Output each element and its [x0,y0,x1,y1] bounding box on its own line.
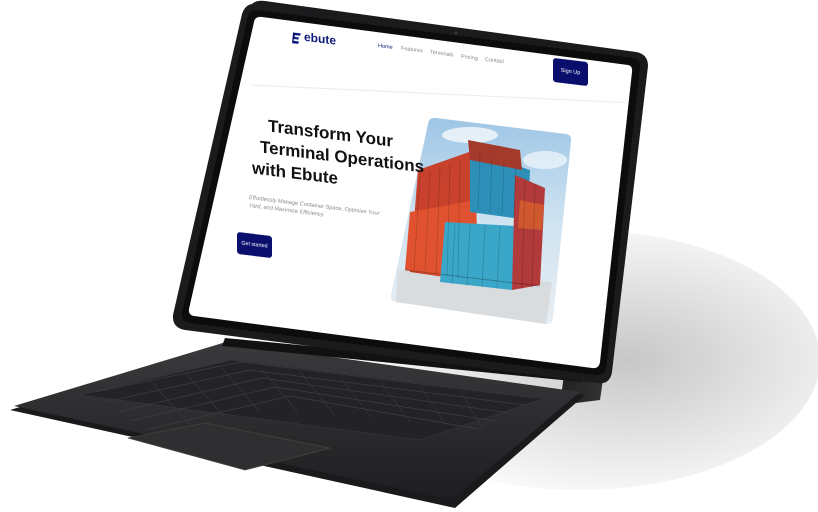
get-started-label: Get started [241,240,268,250]
nav-terminals[interactable]: Terminals [430,50,454,59]
nav-home[interactable]: Home [378,43,393,51]
nav-features[interactable]: Features [401,46,423,55]
website-screen: ebute Home Features Terminals Pricing Co… [0,0,818,512]
hero-subtitle: Effortlessly Manage Container Space, Opt… [249,194,379,226]
nav-pricing[interactable]: Pricing [461,54,478,62]
signup-label: Sign Up [560,67,581,77]
brand-logo[interactable]: ebute [292,28,337,48]
get-started-button[interactable]: Get started [237,231,272,259]
ebute-logo-icon [292,30,301,44]
hero-title: Transform Your Terminal Operations with … [252,113,424,200]
nav-contact[interactable]: Contact [485,57,504,65]
brand-name: ebute [304,29,337,48]
device-mockup: ebute Home Features Terminals Pricing Co… [0,0,818,512]
signup-button[interactable]: Sign Up [553,57,588,87]
